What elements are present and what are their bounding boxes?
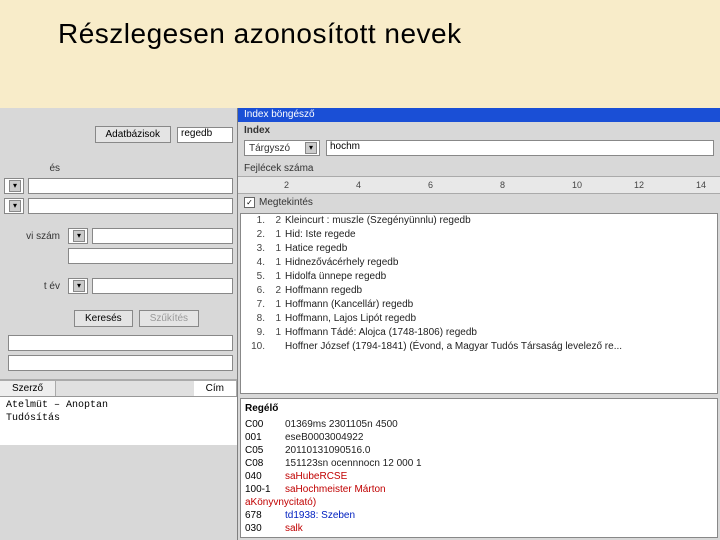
search-input-7[interactable] [8,355,233,371]
panel-label-index: Index [244,125,714,136]
search-input-1[interactable] [28,178,233,194]
tab-author[interactable]: Szerző [0,381,56,396]
record-detail: Regélő C0001369ms 2301105n 4500001eseB00… [240,398,718,538]
record-title: Regélő [245,401,713,418]
tick: 12 [634,180,644,190]
list-item[interactable]: Tudósítás [4,412,233,425]
chevron-down-icon: ▾ [9,200,21,212]
tick: 14 [696,180,706,190]
index-search-input[interactable]: hochm [326,140,714,156]
result-row[interactable]: 2.1Hid: Iste regede [241,228,717,242]
index-browser-pane: Index böngésző Index Tárgyszó ▾ hochm Fe… [238,108,720,540]
databases-button[interactable]: Adatbázisok [95,126,171,143]
window-titlebar: Index böngésző [238,108,720,122]
tick: 10 [572,180,582,190]
search-input-5[interactable] [92,278,233,294]
result-row[interactable]: 9.1Hoffmann Tádé: Alojca (1748-1806) reg… [241,326,717,340]
chevron-down-icon: ▾ [305,142,317,154]
result-row[interactable]: 4.1Hidnezővácérhely regedb [241,256,717,270]
ruler-label: Fejlécek száma [244,163,714,174]
chevron-down-icon: ▾ [73,280,85,292]
tab-title[interactable]: Cím [194,381,237,396]
narrow-button[interactable]: Szűkítés [139,310,199,327]
index-results-list[interactable]: 1.2Kleincurt : muszle (Szegényünnlu) reg… [240,213,718,394]
result-row[interactable]: 1.2Kleincurt : muszle (Szegényünnlu) reg… [241,214,717,228]
view-checkbox-label: Megtekintés [259,197,313,208]
search-button[interactable]: Keresés [74,310,133,327]
search-pane: Adatbázisok regedb és ▾ ▾ vi szám ▾ t év… [0,108,238,540]
search-input-3[interactable] [92,228,233,244]
search-input-2[interactable] [28,198,233,214]
result-row[interactable]: 3.1Hatice regedb [241,242,717,256]
chevron-down-icon: ▾ [73,230,85,242]
record-field: C08151123sn ocennnocn 12 000 1 [245,457,713,470]
application-window: Adatbázisok regedb és ▾ ▾ vi szám ▾ t év… [0,108,720,540]
label-viszam: vi szám [4,231,64,242]
record-field: 001eseB0003004922 [245,431,713,444]
field-dropdown-3[interactable]: ▾ [68,228,88,244]
list-item[interactable]: Atelmüt – Anoptan [4,399,233,412]
result-row[interactable]: 6.2Hoffmann regedb [241,284,717,298]
search-input-4[interactable] [68,248,233,264]
record-field: 678td1938: Szeben [245,509,713,522]
search-input-6[interactable] [8,335,233,351]
label-and: és [4,163,64,174]
record-field: 040saHubeRCSE [245,470,713,483]
field-dropdown-1[interactable]: ▾ [4,178,24,194]
tick: 6 [428,180,433,190]
tick: 2 [284,180,289,190]
result-list[interactable]: Atelmüt – Anoptan Tudósítás [0,397,237,445]
field-dropdown-4[interactable]: ▾ [68,278,88,294]
record-field: C0001369ms 2301105n 4500 [245,418,713,431]
view-checkbox[interactable]: ✓ [244,197,255,208]
record-field: 100-1saHochmeister MártonaKönyvnycitató) [245,483,713,509]
record-field: 030salk [245,522,713,535]
tick: 4 [356,180,361,190]
field-dropdown-2[interactable]: ▾ [4,198,24,214]
header-count-ruler[interactable]: 2 4 6 8 10 12 14 [238,176,720,194]
database-value[interactable]: regedb [177,127,233,143]
results-subpane: Szerző Cím Atelmüt – Anoptan Tudósítás [0,380,237,445]
result-row[interactable]: 5.1Hidolfa ünnepe regedb [241,270,717,284]
tick: 8 [500,180,505,190]
record-field: C0520110131090516.0 [245,444,713,457]
result-row[interactable]: 7.1Hoffmann (Kancellár) regedb [241,298,717,312]
label-tev: t év [4,281,64,292]
slide-title: Részlegesen azonosított nevek [0,0,720,50]
index-field-dropdown[interactable]: Tárgyszó ▾ [244,140,320,156]
result-row[interactable]: 10.Hoffner József (1794-1841) (Évond, a … [241,340,717,354]
result-row[interactable]: 8.1Hoffmann, Lajos Lipót regedb [241,312,717,326]
index-field-label: Tárgyszó [249,143,290,154]
chevron-down-icon: ▾ [9,180,21,192]
